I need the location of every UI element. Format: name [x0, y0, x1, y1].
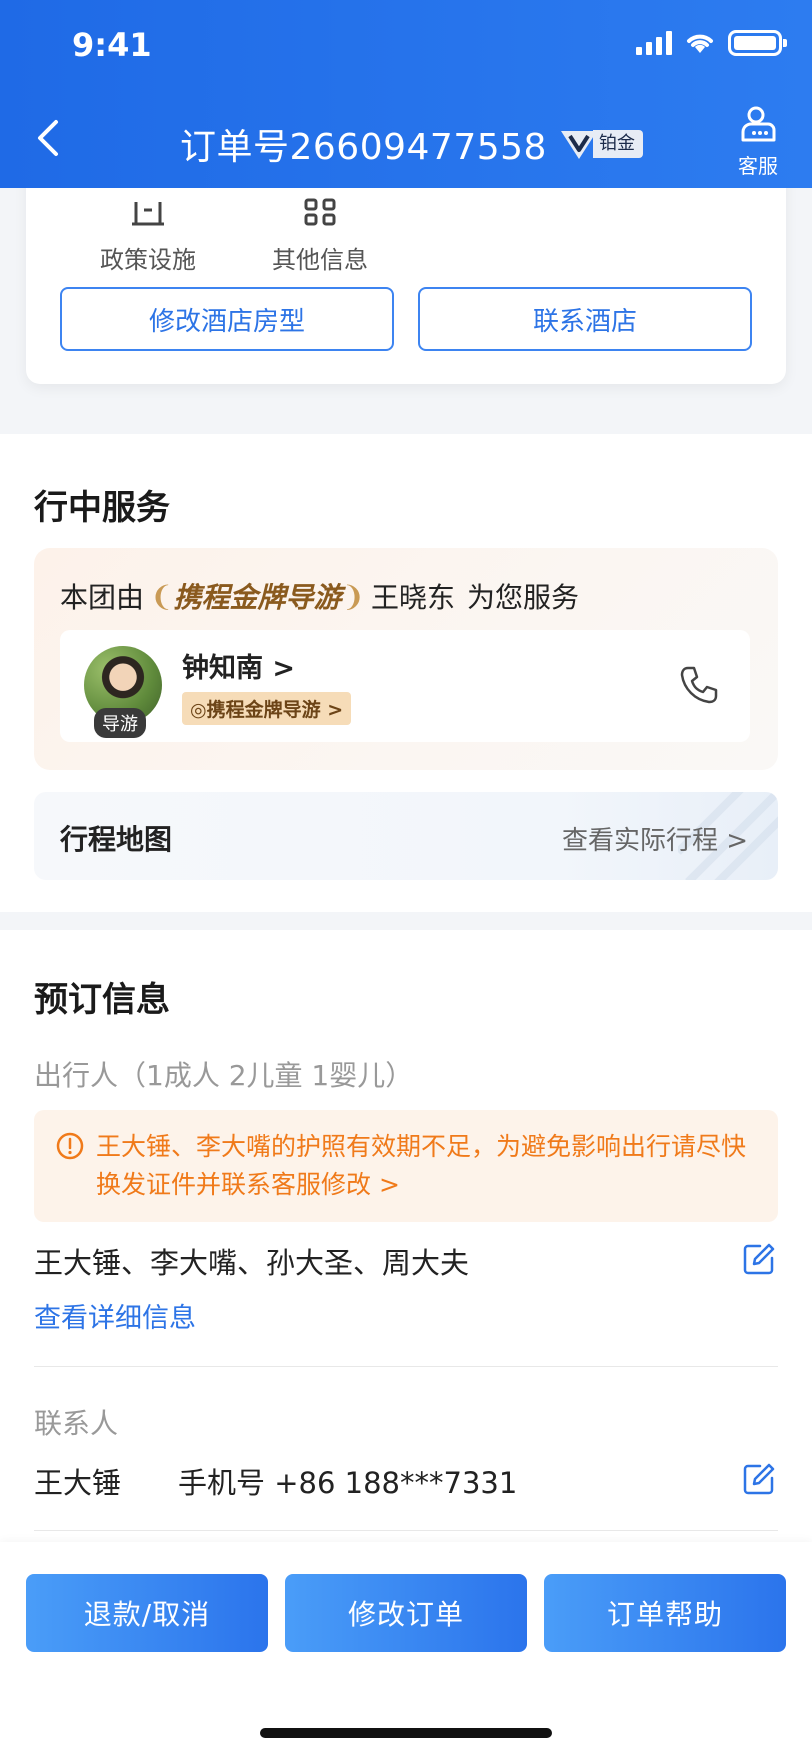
passport-warning[interactable]: 王大锤、李大嘴的护照有效期不足，为避免影响出行请尽快换发证件并联系客服修改 >	[34, 1110, 778, 1222]
section-title: 预订信息	[34, 980, 170, 1020]
section-title: 行中服务	[34, 488, 170, 528]
status-time: 9:41	[72, 26, 152, 64]
contact-name: 王大锤	[34, 1466, 122, 1500]
customer-service-label: 客服	[738, 154, 778, 178]
laurel-right-icon: ❩	[341, 579, 365, 613]
guide-box: 本团由 ❨ 携程金牌导游 ❩ 王晓东 为您服务 导游 钟知南 > ◎携程金牌导游…	[34, 548, 778, 770]
contact-hotel-button[interactable]: 联系酒店	[418, 287, 752, 351]
header-title-group: 订单号26609477558 铂金	[180, 118, 643, 170]
booking-section: 预订信息 出行人（1成人 2儿童 1婴儿） 王大锤、李大嘴的护照有效期不足，为避…	[0, 930, 812, 1542]
tab-label: 其他信息	[272, 246, 368, 274]
back-arrow-icon[interactable]	[28, 114, 72, 162]
guide-intro-name: 王晓东	[370, 581, 455, 614]
gold-guide-badge-text: 携程金牌导游 >	[206, 699, 344, 721]
vip-level: 铂金	[592, 130, 643, 158]
order-help-button[interactable]: 订单帮助	[544, 1574, 786, 1652]
view-details-link[interactable]: 查看详细信息	[34, 1296, 196, 1335]
avatar-tag: 导游	[94, 708, 146, 738]
divider	[34, 1530, 778, 1531]
wifi-icon	[687, 34, 713, 53]
medal-icon: ◎	[190, 699, 207, 721]
contact-label: 联系人	[34, 1407, 119, 1440]
guide-card[interactable]: 导游 钟知南 > ◎携程金牌导游 >	[60, 630, 750, 742]
travelers-names: 王大锤、李大嘴、孙大圣、周大夫	[34, 1246, 470, 1280]
contact-phone: 手机号 +86 188***7331	[178, 1466, 518, 1500]
gold-guide-brand: ❨ 携程金牌导游 ❩	[150, 576, 365, 616]
gold-guide-badge[interactable]: ◎携程金牌导游 >	[182, 692, 352, 725]
edit-contact-icon[interactable]	[742, 1462, 776, 1496]
app-header: 9:41 订单号26609477558 铂金 客服	[0, 0, 812, 188]
tab-label: 政策设施	[100, 246, 196, 274]
order-number-title: 订单号26609477558	[180, 127, 547, 168]
travelers-label: 出行人（1成人 2儿童 1婴儿）	[34, 1059, 414, 1092]
phone-icon[interactable]	[678, 664, 720, 706]
guide-intro: 本团由 ❨ 携程金牌导游 ❩ 王晓东 为您服务	[60, 576, 579, 616]
status-icons	[636, 30, 787, 56]
warning-icon	[56, 1132, 84, 1160]
refund-cancel-button[interactable]: 退款/取消	[26, 1574, 268, 1652]
guide-intro-prefix: 本团由	[60, 581, 145, 614]
modify-room-button[interactable]: 修改酒店房型	[60, 287, 394, 351]
guide-intro-suffix: 为您服务	[466, 581, 579, 614]
laurel-left-icon: ❨	[150, 579, 174, 613]
battery-icon	[728, 30, 787, 56]
modify-order-button[interactable]: 修改订单	[285, 1574, 527, 1652]
home-indicator[interactable]	[260, 1728, 552, 1738]
trip-map-label: 行程地图	[60, 823, 173, 856]
gold-guide-brand-text: 携程金牌导游	[173, 581, 342, 614]
warning-text: 王大锤、李大嘴的护照有效期不足，为避免影响出行请尽快换发证件并联系客服修改 >	[96, 1132, 747, 1199]
divider	[34, 1366, 778, 1367]
trip-map-row[interactable]: 行程地图 查看实际行程 >	[34, 792, 778, 880]
customer-service-button[interactable]: 客服	[728, 104, 788, 179]
bottom-action-bar: 退款/取消 修改订单 订单帮助	[0, 1542, 812, 1756]
customer-service-icon	[741, 106, 776, 142]
view-actual-trip-link[interactable]: 查看实际行程 >	[562, 820, 748, 857]
in-trip-section: 行中服务 本团由 ❨ 携程金牌导游 ❩ 王晓东 为您服务 导游 钟知南 > ◎携…	[0, 434, 812, 912]
guide-name[interactable]: 钟知南 >	[182, 646, 295, 685]
signal-icon	[636, 31, 672, 55]
edit-travelers-icon[interactable]	[742, 1242, 776, 1276]
vip-badge: 铂金	[559, 127, 643, 161]
